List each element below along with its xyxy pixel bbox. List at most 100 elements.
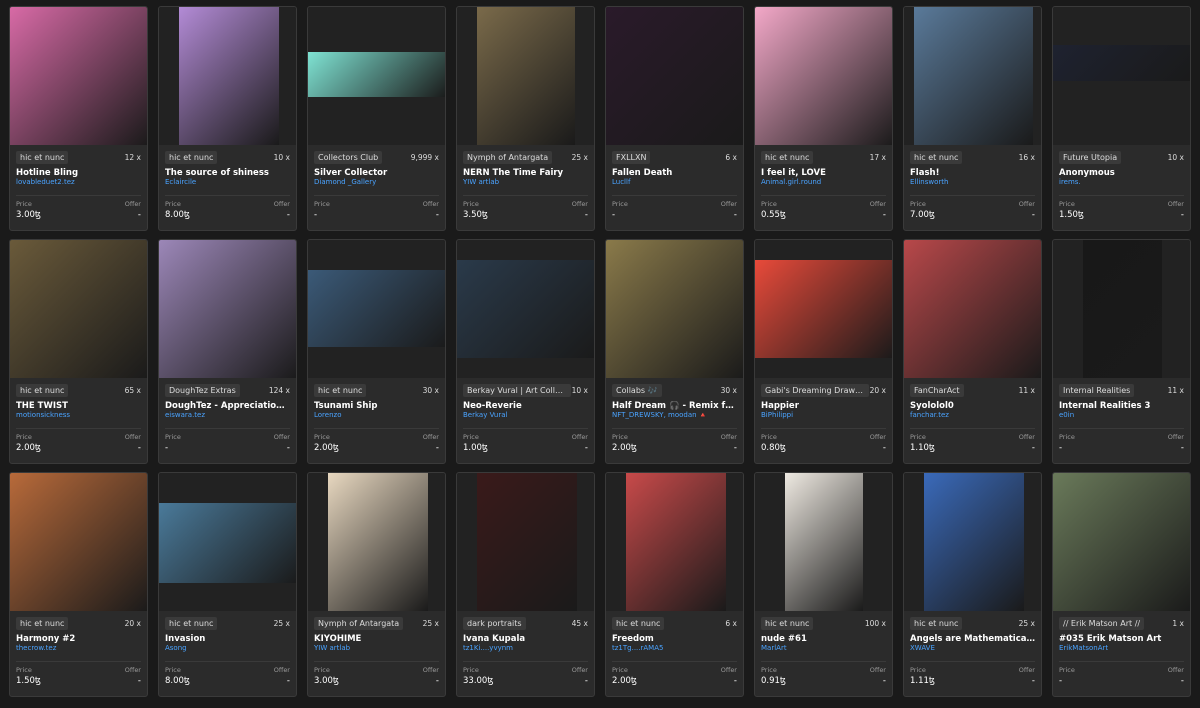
collection-badge[interactable]: // Erik Matson Art // xyxy=(1059,617,1145,630)
collection-badge[interactable]: hic et nunc xyxy=(16,617,69,630)
nft-card[interactable]: FanCharAct 11 x Syololol0 fanchar.tez Pr… xyxy=(903,239,1042,464)
nft-card[interactable]: DoughTez Extras 124 x DoughTez - Appreci… xyxy=(158,239,297,464)
nft-card[interactable]: Collectors Club 9,999 x Silver Collector… xyxy=(307,6,446,231)
nft-card[interactable]: hic et nunc 16 x Flash! Ellinsworth Pric… xyxy=(903,6,1042,231)
nft-card[interactable]: Internal Realities 11 x Internal Realiti… xyxy=(1052,239,1191,464)
nft-thumbnail[interactable] xyxy=(1053,473,1190,611)
nft-title[interactable]: Harmony #2 xyxy=(16,634,141,644)
artist-link[interactable]: MarlArt xyxy=(761,644,886,652)
nft-card[interactable]: hic et nunc 25 x Invasion Asong Price 8.… xyxy=(158,472,297,697)
nft-card[interactable]: hic et nunc 25 x Angels are Mathematical… xyxy=(903,472,1042,697)
collection-badge[interactable]: hic et nunc xyxy=(16,151,69,164)
collection-badge[interactable]: Nymph of Antargata xyxy=(463,151,553,164)
nft-thumbnail[interactable] xyxy=(904,240,1041,378)
collection-badge[interactable]: Nymph of Antargata xyxy=(314,617,404,630)
nft-thumbnail[interactable] xyxy=(755,473,892,611)
nft-title[interactable]: Internal Realities 3 xyxy=(1059,401,1184,411)
nft-title[interactable]: DoughTez - Appreciation Editi... xyxy=(165,401,290,411)
artist-link[interactable]: YIW artlab xyxy=(463,178,588,186)
nft-title[interactable]: Ivana Kupala xyxy=(463,634,588,644)
collection-badge[interactable]: Berkay Vural | Art Collec... xyxy=(463,384,571,397)
artist-link[interactable]: Eclaircile xyxy=(165,178,290,186)
collection-badge[interactable]: DoughTez Extras xyxy=(165,384,240,397)
nft-thumbnail[interactable] xyxy=(1053,7,1190,145)
collection-badge[interactable]: Collabs 🎶 xyxy=(612,384,662,397)
collection-badge[interactable]: FanCharAct xyxy=(910,384,964,397)
nft-thumbnail[interactable] xyxy=(457,240,594,378)
nft-thumbnail[interactable] xyxy=(755,240,892,378)
nft-title[interactable]: KIYOHIME xyxy=(314,634,439,644)
nft-card[interactable]: hic et nunc 10 x The source of shiness E… xyxy=(158,6,297,231)
nft-thumbnail[interactable] xyxy=(904,473,1041,611)
artist-link[interactable]: irems. xyxy=(1059,178,1184,186)
nft-thumbnail[interactable] xyxy=(457,7,594,145)
nft-card[interactable]: dark portraits 45 x Ivana Kupala tz1Ki..… xyxy=(456,472,595,697)
collection-badge[interactable]: Future Utopia xyxy=(1059,151,1122,164)
collection-badge[interactable]: Collectors Club xyxy=(314,151,383,164)
nft-title[interactable]: #035 Erik Matson Art xyxy=(1059,634,1184,644)
nft-thumbnail[interactable] xyxy=(159,7,296,145)
nft-card[interactable]: Future Utopia 10 x Anonymous irems. Pric… xyxy=(1052,6,1191,231)
collection-badge[interactable]: FXLLXN xyxy=(612,151,651,164)
nft-title[interactable]: Flash! xyxy=(910,168,1035,178)
nft-card[interactable]: hic et nunc 17 x I feel it, LOVE Animal.… xyxy=(754,6,893,231)
nft-thumbnail[interactable] xyxy=(606,7,743,145)
nft-thumbnail[interactable] xyxy=(159,473,296,611)
nft-title[interactable]: The source of shiness xyxy=(165,168,290,178)
collection-badge[interactable]: Internal Realities xyxy=(1059,384,1135,397)
artist-link[interactable]: BiPhilippi xyxy=(761,411,886,419)
artist-link[interactable]: lovableduet2.tez xyxy=(16,178,141,186)
nft-title[interactable]: Fallen Death xyxy=(612,168,737,178)
artist-link[interactable]: Diamond _Gallery xyxy=(314,178,439,186)
collection-badge[interactable]: hic et nunc xyxy=(165,151,218,164)
nft-thumbnail[interactable] xyxy=(457,473,594,611)
nft-title[interactable]: Hotline Bling xyxy=(16,168,141,178)
nft-title[interactable]: Syololol0 xyxy=(910,401,1035,411)
artist-link[interactable]: motionsickness xyxy=(16,411,141,419)
nft-thumbnail[interactable] xyxy=(606,240,743,378)
nft-title[interactable]: Anonymous xyxy=(1059,168,1184,178)
nft-title[interactable]: NERN The Time Fairy xyxy=(463,168,588,178)
artist-link[interactable]: Lorenzo xyxy=(314,411,439,419)
nft-thumbnail[interactable] xyxy=(10,473,147,611)
artist-link[interactable]: eiswara.tez xyxy=(165,411,290,419)
collection-badge[interactable]: hic et nunc xyxy=(16,384,69,397)
collection-badge[interactable]: dark portraits xyxy=(463,617,526,630)
nft-thumbnail[interactable] xyxy=(159,240,296,378)
collection-badge[interactable]: hic et nunc xyxy=(165,617,218,630)
artist-link[interactable]: ErikMatsonArt xyxy=(1059,644,1184,652)
collection-badge[interactable]: hic et nunc xyxy=(761,151,814,164)
artist-link[interactable]: tz1Ki....yvynm xyxy=(463,644,588,652)
collection-badge[interactable]: hic et nunc xyxy=(314,384,367,397)
nft-thumbnail[interactable] xyxy=(1053,240,1190,378)
nft-title[interactable]: Invasion xyxy=(165,634,290,644)
artist-link[interactable]: Animal.girl.round xyxy=(761,178,886,186)
nft-card[interactable]: hic et nunc 12 x Hotline Bling lovabledu… xyxy=(9,6,148,231)
collection-badge[interactable]: hic et nunc xyxy=(910,151,963,164)
nft-card[interactable]: hic et nunc 30 x Tsunami Ship Lorenzo Pr… xyxy=(307,239,446,464)
collection-badge[interactable]: hic et nunc xyxy=(612,617,665,630)
artist-link[interactable]: NFT_DREWSKY, moodan 🔺 xyxy=(612,411,737,419)
nft-thumbnail[interactable] xyxy=(308,473,445,611)
nft-title[interactable]: nude #61 xyxy=(761,634,886,644)
nft-thumbnail[interactable] xyxy=(755,7,892,145)
nft-title[interactable]: Happier xyxy=(761,401,886,411)
nft-title[interactable]: Half Dream 🎧 - Remix ft Dre... xyxy=(612,401,737,411)
nft-card[interactable]: hic et nunc 20 x Harmony #2 thecrow.tez … xyxy=(9,472,148,697)
artist-link[interactable]: Ellinsworth xyxy=(910,178,1035,186)
nft-thumbnail[interactable] xyxy=(308,240,445,378)
nft-thumbnail[interactable] xyxy=(10,7,147,145)
nft-card[interactable]: FXLLXN 6 x Fallen Death Lucllf Price - O… xyxy=(605,6,744,231)
artist-link[interactable]: Berkay Vural xyxy=(463,411,588,419)
nft-title[interactable]: Neo-Reverie xyxy=(463,401,588,411)
nft-thumbnail[interactable] xyxy=(10,240,147,378)
nft-thumbnail[interactable] xyxy=(606,473,743,611)
nft-title[interactable]: Silver Collector xyxy=(314,168,439,178)
nft-title[interactable]: Freedom xyxy=(612,634,737,644)
nft-card[interactable]: Nymph of Antargata 25 x KIYOHIME YIW art… xyxy=(307,472,446,697)
collection-badge[interactable]: Gabi's Dreaming Drawings xyxy=(761,384,869,397)
nft-card[interactable]: Berkay Vural | Art Collec... 10 x Neo-Re… xyxy=(456,239,595,464)
nft-card[interactable]: Nymph of Antargata 25 x NERN The Time Fa… xyxy=(456,6,595,231)
collection-badge[interactable]: hic et nunc xyxy=(761,617,814,630)
artist-link[interactable]: Asong xyxy=(165,644,290,652)
